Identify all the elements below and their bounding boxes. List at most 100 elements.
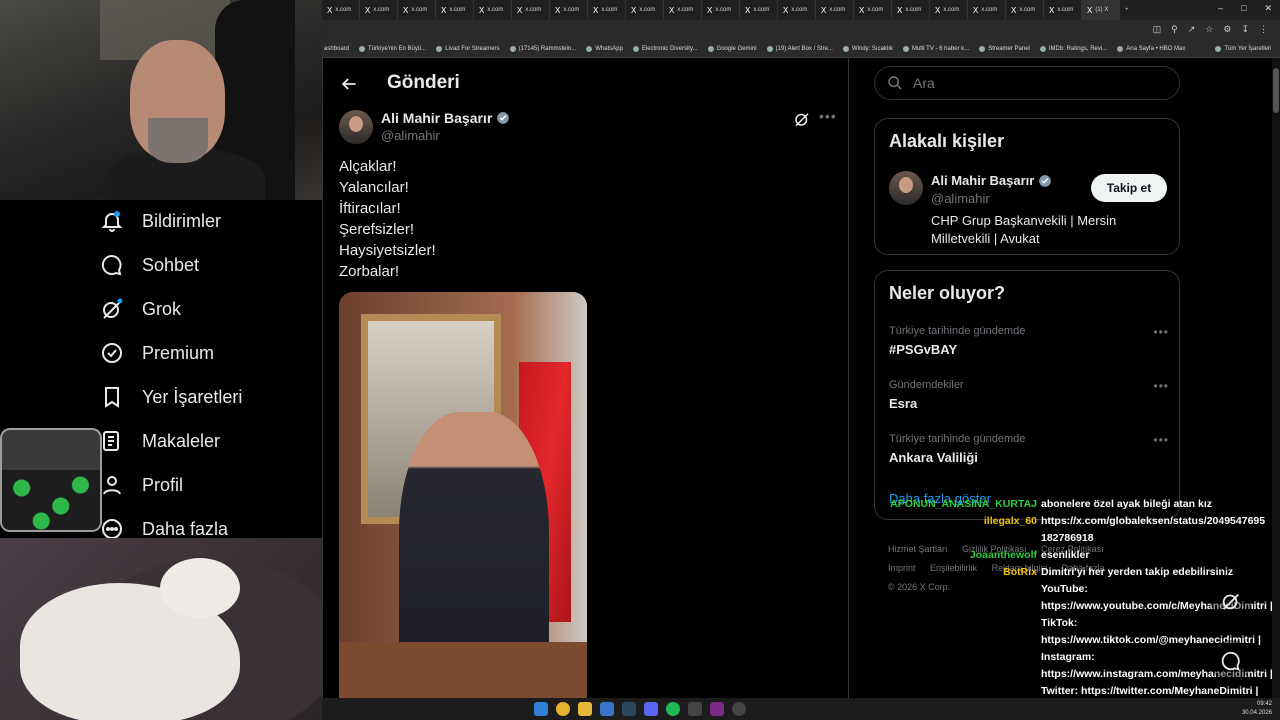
app-icon[interactable] xyxy=(710,702,724,716)
share-icon[interactable]: ↗ xyxy=(1188,24,1196,35)
chat-username: APONUN_ANASINA_KURTAJ xyxy=(890,498,1037,510)
sidebar-item-bookmarks[interactable]: Yer İşaretleri xyxy=(100,382,242,412)
bookmark-item[interactable]: Google Gemini xyxy=(707,45,757,52)
tab-label: x.com xyxy=(981,7,998,13)
browser-tab[interactable]: Xx.com xyxy=(474,0,512,20)
trend-item[interactable]: Gündemdekiler Esra ••• xyxy=(889,379,1169,419)
bookmark-item[interactable]: Livad For Streamers xyxy=(436,45,500,52)
trend-more-icon[interactable]: ••• xyxy=(1153,379,1169,393)
cast-icon[interactable]: ◫ xyxy=(1153,24,1162,35)
menu-icon[interactable]: ⋮ xyxy=(1259,24,1268,35)
star-icon[interactable]: ☆ xyxy=(1205,24,1213,35)
browser-tab[interactable]: Xx.com xyxy=(588,0,626,20)
related-handle[interactable]: @alimahir xyxy=(931,191,990,206)
trend-more-icon[interactable]: ••• xyxy=(1153,325,1169,339)
sidebar-item-premium[interactable]: Premium xyxy=(100,338,214,368)
bookmark-item[interactable]: (17145) Rammstein... xyxy=(509,45,576,52)
browser-tab[interactable]: Xx.com xyxy=(816,0,854,20)
grok-explain-icon[interactable] xyxy=(793,110,811,128)
browser-tab[interactable]: Xx.com xyxy=(322,0,360,20)
browser-tab[interactable]: Xx.com xyxy=(740,0,778,20)
bookmark-item[interactable]: ashboard xyxy=(324,46,349,52)
zoom-icon[interactable]: ⚲ xyxy=(1171,24,1178,35)
post-more-icon[interactable]: ••• xyxy=(819,108,837,124)
sidebar-item-notifications[interactable]: Bildirimler xyxy=(100,206,221,236)
sidebar-item-grok[interactable]: Grok xyxy=(100,294,181,324)
bookmark-item[interactable]: WhatsApp xyxy=(586,45,623,52)
browser-tab[interactable]: Xx.com xyxy=(1006,0,1044,20)
x-logo-icon: X xyxy=(593,5,599,15)
bookmark-item[interactable]: IMDb: Ratings, Revi... xyxy=(1039,45,1107,52)
browser-tab[interactable]: Xx.com xyxy=(550,0,588,20)
bookmark-item[interactable]: Ana Sayfa • HBO Max xyxy=(1117,45,1185,52)
related-avatar[interactable] xyxy=(889,171,923,205)
bookmark-item[interactable]: Tüm Yer İşaretleri xyxy=(1215,45,1271,52)
browser-tab[interactable]: Xx.com xyxy=(930,0,968,20)
steam-icon[interactable] xyxy=(622,702,636,716)
browser-tab[interactable]: Xx.com xyxy=(1044,0,1082,20)
start-icon[interactable] xyxy=(534,702,548,716)
browser-tab[interactable]: Xx.com xyxy=(778,0,816,20)
search-input[interactable] xyxy=(913,75,1153,91)
bookmark-item[interactable]: Streamer Panel xyxy=(979,45,1030,52)
download-icon[interactable]: ↧ xyxy=(1241,24,1249,35)
back-arrow-icon[interactable] xyxy=(339,74,359,94)
related-name[interactable]: Ali Mahir Başarır xyxy=(931,173,1052,188)
browser-tab[interactable]: Xx.com xyxy=(892,0,930,20)
chrome-icon[interactable] xyxy=(556,702,570,716)
post-line: Zorbalar! xyxy=(339,263,400,280)
clock-date: 30.04.2026 xyxy=(1241,710,1272,716)
bookmark-item[interactable]: Windy: Sıcaklık xyxy=(842,45,893,52)
file-explorer-icon[interactable] xyxy=(578,702,592,716)
sidebar-item-profile[interactable]: Profil xyxy=(100,470,183,500)
system-clock[interactable]: 09:42 30.04.2026 xyxy=(1242,700,1272,718)
bookmark-item[interactable]: Electronic Diversity... xyxy=(632,45,698,52)
browser-tab[interactable]: Xx.com xyxy=(854,0,892,20)
related-name-text: Ali Mahir Başarır xyxy=(931,173,1035,188)
chat-message: TikTok: xyxy=(1041,617,1078,629)
app-icon[interactable] xyxy=(600,702,614,716)
spotify-icon[interactable] xyxy=(666,702,680,716)
author-name[interactable]: Ali Mahir Başarır xyxy=(381,110,510,126)
author-avatar[interactable] xyxy=(339,110,373,144)
trend-more-icon[interactable]: ••• xyxy=(1153,433,1169,447)
follow-button[interactable]: Takip et xyxy=(1091,174,1167,202)
trend-item[interactable]: Türkiye tarihinde gündemde Ankara Valili… xyxy=(889,433,1169,473)
minimize-icon[interactable]: – xyxy=(1218,3,1223,14)
browser-tab[interactable]: X (1) X xyxy=(1082,0,1120,20)
post-line: Haysiyetsizler! xyxy=(339,242,436,259)
address-bar[interactable]: ◫ ⚲ ↗ ☆ ⚙ ↧ ⋮ xyxy=(322,20,1280,40)
app-icon[interactable] xyxy=(732,702,746,716)
browser-tab[interactable]: Xx.com xyxy=(968,0,1006,20)
browser-tab[interactable]: Xx.com xyxy=(436,0,474,20)
browser-tab[interactable]: Xx.com xyxy=(360,0,398,20)
browser-tab[interactable]: Xx.com xyxy=(702,0,740,20)
trend-context: Türkiye tarihinde gündemde xyxy=(889,325,1026,337)
bookmark-label: Türkiye'nin En Büyü... xyxy=(368,45,427,52)
bookmark-item[interactable]: (19) Alert Box / Stre... xyxy=(766,45,833,52)
messages-floating-button[interactable] xyxy=(1210,640,1252,682)
maximize-icon[interactable]: □ xyxy=(1241,3,1246,14)
sidebar-item-chat[interactable]: Sohbet xyxy=(100,250,199,280)
chat-message: Instagram: xyxy=(1041,651,1095,663)
epic-icon[interactable] xyxy=(688,702,702,716)
browser-tab[interactable]: Xx.com xyxy=(664,0,702,20)
browser-tab[interactable]: Xx.com xyxy=(626,0,664,20)
browser-tab[interactable]: Xx.com xyxy=(398,0,436,20)
sidebar-item-articles[interactable]: Makaleler xyxy=(100,426,220,456)
browser-tab[interactable]: Xx.com xyxy=(512,0,550,20)
new-tab-button[interactable]: + xyxy=(1120,0,1158,20)
grok-floating-button[interactable] xyxy=(1210,580,1252,622)
bookmark-item[interactable]: Türkiye'nin En Büyü... xyxy=(359,45,427,52)
author-handle[interactable]: @alimahir xyxy=(381,128,440,143)
search-box[interactable] xyxy=(874,66,1180,100)
post-line: Yalancılar! xyxy=(339,179,409,196)
post-video[interactable] xyxy=(339,292,587,698)
bookmark-item[interactable]: Multi TV - 6 haber k... xyxy=(902,45,969,52)
trend-name: #PSGvBAY xyxy=(889,342,958,357)
close-icon[interactable]: ✕ xyxy=(1264,3,1272,14)
cookie-jar-overlay xyxy=(0,428,102,532)
trend-item[interactable]: Türkiye tarihinde gündemde #PSGvBAY ••• xyxy=(889,325,1169,365)
extensions-icon[interactable]: ⚙ xyxy=(1223,24,1231,35)
discord-icon[interactable] xyxy=(644,702,658,716)
